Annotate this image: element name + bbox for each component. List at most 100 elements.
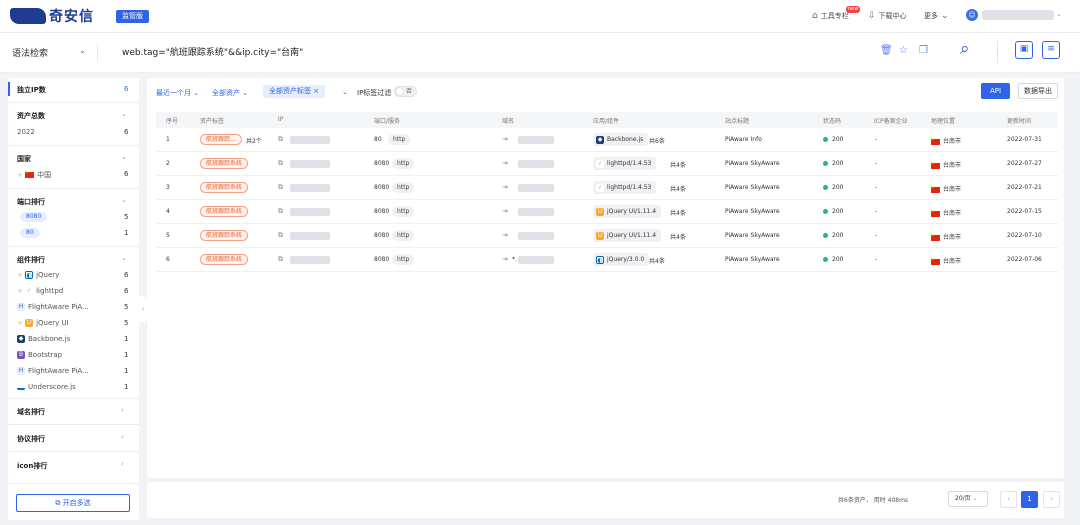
ip-redacted[interactable] — [290, 232, 330, 240]
asset-tag[interactable]: 航班跟踪系统 — [200, 254, 249, 265]
component-chip[interactable]: ✓ lighttpd/1.4.53 — [593, 181, 657, 194]
star-icon[interactable]: ☆ — [899, 45, 908, 56]
search-icon[interactable]: ⌕ — [960, 39, 970, 59]
component-chip[interactable]: ✓ lighttpd/1.4.53 — [593, 157, 657, 170]
country-item-china[interactable]: + 中国 — [17, 169, 51, 180]
component-item[interactable]: H FlightAware PiA... — [17, 303, 89, 311]
domain-rank-section[interactable]: 域名排行 › — [8, 398, 139, 424]
component-more-link[interactable]: 共4条 — [649, 256, 665, 265]
ip-tag-filter-toggle[interactable]: 否 — [394, 86, 417, 97]
document-icon[interactable]: ≡ — [1042, 41, 1060, 59]
component-item[interactable]: Underscore.js — [17, 383, 76, 391]
domain-redacted[interactable] — [518, 232, 554, 240]
domain-redacted[interactable] — [518, 184, 554, 192]
domain-redacted[interactable] — [518, 160, 554, 168]
table-row[interactable]: 4 航班跟踪系统 ⧉ 8080 http ⇥ UjQuery UI/1.11.4 共4条 PiA… — [156, 200, 1058, 224]
external-link-icon[interactable]: ⇥ — [502, 183, 508, 191]
chevron-down-icon[interactable]: ⌄ — [121, 110, 127, 118]
domain-redacted[interactable] — [518, 256, 554, 264]
download-center[interactable]: ⇩ 下载中心 — [868, 11, 907, 21]
external-link-icon[interactable]: ⇥ — [502, 207, 508, 215]
domain-redacted[interactable] — [518, 136, 554, 144]
save-icon[interactable]: ▣ — [1015, 41, 1033, 59]
trash-icon[interactable]: 🗑 — [880, 45, 893, 56]
component-more-link[interactable]: 共4条 — [670, 184, 686, 193]
table-row[interactable]: 6 航班跟踪系统 ⧉ 8080 http ⇥ *. ◐ jQuery/3.0.0 共4条 PiAwa… — [156, 248, 1058, 272]
unique-ip-section[interactable]: 独立IP数 6 — [8, 78, 139, 100]
port-chip-8080[interactable]: 8080 — [20, 212, 48, 222]
copy-icon[interactable]: ⧉ — [278, 183, 283, 192]
port-chip-80[interactable]: 80 — [20, 228, 40, 238]
component-item[interactable]: B Bootstrap — [17, 351, 62, 359]
chevron-down-icon[interactable]: ⌄ — [121, 254, 127, 262]
next-page-button[interactable]: › — [1043, 491, 1060, 508]
page-size-select[interactable]: 20/页 ⌄ — [948, 491, 988, 507]
asset-tag[interactable]: 航班跟踪系统 — [200, 206, 249, 217]
external-link-icon[interactable]: ⇥ — [502, 255, 508, 263]
copy-icon[interactable]: ⧉ — [278, 231, 283, 240]
component-more-link[interactable]: 共4条 — [670, 208, 686, 217]
component-item[interactable]: + ✓ lighttpd — [17, 287, 63, 295]
year-label[interactable]: 2022 — [17, 128, 35, 136]
table-row[interactable]: 5 航班跟踪系统 ⧉ 8080 http ⇥ UjQuery UI/1.11.4 共4条 PiA… — [156, 224, 1058, 248]
close-icon[interactable]: × — [313, 87, 319, 95]
chevron-down-icon[interactable]: ⌄ — [342, 88, 348, 96]
icon-rank-section[interactable]: icon排行 › — [8, 452, 139, 478]
brand-name[interactable]: 奇安信 — [49, 6, 94, 26]
chevron-down-icon[interactable]: ⌄ — [1056, 10, 1062, 18]
component-chip[interactable]: UjQuery UI/1.11.4 — [593, 229, 662, 242]
component-chip[interactable]: ◆ Backbone.js — [593, 133, 649, 146]
component-chip[interactable]: ◐ jQuery/3.0.0 — [593, 253, 650, 266]
tools-menu[interactable]: ⌂ 工具专栏 — [812, 11, 849, 21]
chevron-down-icon[interactable]: ⌄ — [79, 46, 86, 55]
api-button[interactable]: API — [981, 83, 1010, 99]
asset-tag[interactable]: 航班跟踪系统 — [200, 158, 249, 169]
component-chip[interactable]: UjQuery UI/1.11.4 — [593, 205, 662, 218]
component-item[interactable]: + ◐ jQuery — [17, 271, 59, 279]
ip-redacted[interactable] — [290, 208, 330, 216]
component-more-link[interactable]: 共4条 — [670, 232, 686, 241]
external-link-icon[interactable]: ⇥ — [502, 159, 508, 167]
export-button[interactable]: 数据导出 — [1018, 83, 1058, 99]
component-more-link[interactable]: 共6条 — [649, 136, 665, 145]
copy-icon[interactable]: ❐ — [919, 45, 928, 56]
table-row[interactable]: 1 航班跟踪... 共2个 ⧉ 80 http ⇥ ◆ Backbone.js 共6条 PiAwar… — [156, 128, 1058, 152]
tag-more-link[interactable]: 共2个 — [246, 136, 262, 145]
component-item[interactable]: ◆ Backbone.js — [17, 335, 70, 343]
ip-redacted[interactable] — [290, 184, 330, 192]
ip-redacted[interactable] — [290, 136, 330, 144]
component-more-link[interactable]: 共4条 — [670, 160, 686, 169]
component-item[interactable]: + UjQuery UI — [17, 319, 69, 327]
domain-redacted[interactable] — [518, 208, 554, 216]
asset-tag[interactable]: 航班跟踪... — [200, 134, 242, 145]
time-filter[interactable]: 最近一个月 ⌄ — [156, 88, 199, 98]
search-input[interactable]: web.tag="航班跟踪系统"&&ip.city="台南" — [122, 45, 303, 58]
table-row[interactable]: 3 航班跟踪系统 ⧉ 8080 http ⇥ ✓ lighttpd/1.4.53 共4条 PiAw… — [156, 176, 1058, 200]
asset-tag[interactable]: 航班跟踪系统 — [200, 230, 249, 241]
component-item[interactable]: H FlightAware PiA... — [17, 367, 89, 375]
copy-icon[interactable]: ⧉ — [278, 135, 283, 144]
collapse-sidebar-handle[interactable]: ‹ — [139, 296, 147, 322]
chevron-down-icon[interactable]: ⌄ — [121, 196, 127, 204]
asset-tag[interactable]: 航班跟踪系统 — [200, 182, 249, 193]
protocol-rank-section[interactable]: 协议排行 › — [8, 425, 139, 451]
copy-icon[interactable]: ⧉ — [278, 255, 283, 264]
copy-icon[interactable]: ⧉ — [278, 159, 283, 168]
ip-redacted[interactable] — [290, 160, 330, 168]
ip-redacted[interactable] — [290, 256, 330, 264]
external-link-icon[interactable]: ⇥ — [502, 231, 508, 239]
asset-filter[interactable]: 全部资产 ⌄ — [212, 88, 248, 98]
search-type-select[interactable]: 语法检索 — [12, 46, 48, 59]
tag-filter-chip[interactable]: 全部资产标签 × — [263, 85, 326, 98]
external-link-icon[interactable]: ⇥ — [502, 135, 508, 143]
table-row[interactable]: 2 航班跟踪系统 ⧉ 8080 http ⇥ ✓ lighttpd/1.4.53 共4条 PiAw… — [156, 152, 1058, 176]
avatar[interactable]: ☺ — [966, 9, 978, 21]
prev-page-button[interactable]: ‹ — [1000, 491, 1017, 508]
page-button-1[interactable]: 1 — [1021, 491, 1038, 508]
logo-icon[interactable] — [10, 8, 46, 24]
username-redacted[interactable] — [982, 10, 1054, 20]
chevron-down-icon[interactable]: ⌄ — [121, 153, 127, 161]
copy-icon[interactable]: ⧉ — [278, 207, 283, 216]
multi-select-button[interactable]: ⧉ 开启多选 — [16, 494, 130, 512]
more-menu[interactable]: 更多 ⌄ — [924, 11, 949, 21]
